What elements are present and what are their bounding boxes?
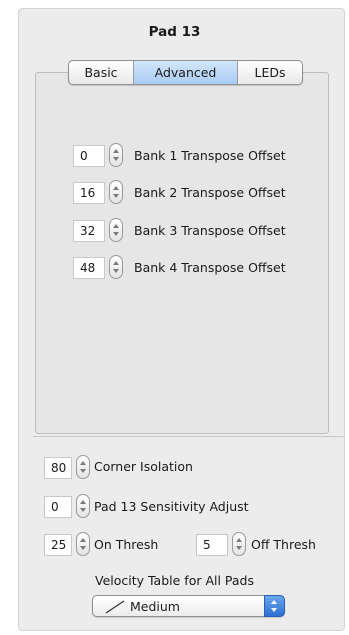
on-thresh-stepper[interactable]: [76, 532, 90, 556]
bank3-offset-stepper[interactable]: [109, 218, 123, 242]
stepper-down-icon[interactable]: [80, 469, 86, 473]
panel-title: Pad 13: [148, 24, 201, 40]
tab-bar: Basic Advanced LEDs: [68, 60, 303, 85]
bank1-offset-stepper[interactable]: [109, 143, 123, 167]
bank2-offset-label: Bank 2 Transpose Offset: [134, 185, 286, 200]
sensitivity-field[interactable]: 0: [44, 496, 72, 518]
velocity-table-popup[interactable]: Medium: [92, 595, 285, 617]
stepper-down-icon[interactable]: [113, 232, 119, 236]
stepper-down-icon[interactable]: [113, 157, 119, 161]
off-thresh-field[interactable]: 5: [196, 534, 228, 556]
stepper-up-icon[interactable]: [80, 538, 86, 542]
off-thresh-stepper[interactable]: [232, 532, 246, 556]
stepper-down-icon[interactable]: [80, 546, 86, 550]
stepper-down-icon[interactable]: [236, 546, 242, 550]
sensitivity-label: Pad 13 Sensitivity Adjust: [94, 499, 249, 514]
bank3-offset-field[interactable]: 32: [73, 220, 105, 242]
stepper-down-icon[interactable]: [80, 508, 86, 512]
tab-leds[interactable]: LEDs: [237, 61, 302, 84]
bank4-offset-field[interactable]: 48: [73, 257, 105, 279]
stepper-up-icon[interactable]: [80, 500, 86, 504]
section-divider: [33, 436, 345, 437]
stepper-up-icon[interactable]: [236, 538, 242, 542]
tab-content-box: [35, 72, 329, 434]
curve-icon: [105, 600, 125, 614]
popup-arrows-icon[interactable]: [264, 595, 285, 617]
off-thresh-label: Off Thresh: [251, 537, 316, 552]
stepper-up-icon[interactable]: [113, 261, 119, 265]
corner-isolation-label: Corner Isolation: [94, 459, 193, 474]
stepper-up-icon[interactable]: [113, 149, 119, 153]
corner-isolation-stepper[interactable]: [76, 455, 90, 479]
tab-basic[interactable]: Basic: [69, 61, 133, 84]
on-thresh-field[interactable]: 25: [44, 534, 72, 556]
velocity-table-label: Velocity Table for All Pads: [94, 573, 255, 588]
tab-advanced[interactable]: Advanced: [133, 61, 237, 84]
bank2-offset-stepper[interactable]: [109, 180, 123, 204]
on-thresh-label: On Thresh: [94, 537, 159, 552]
velocity-table-value: Medium: [130, 599, 180, 614]
bank4-offset-label: Bank 4 Transpose Offset: [134, 260, 286, 275]
corner-isolation-field[interactable]: 80: [44, 457, 72, 479]
sensitivity-stepper[interactable]: [76, 494, 90, 518]
bank1-offset-label: Bank 1 Transpose Offset: [134, 148, 286, 163]
bank1-offset-field[interactable]: 0: [73, 145, 105, 167]
stepper-up-icon[interactable]: [80, 461, 86, 465]
stepper-down-icon[interactable]: [113, 194, 119, 198]
bank3-offset-label: Bank 3 Transpose Offset: [134, 223, 286, 238]
bank2-offset-field[interactable]: 16: [73, 182, 105, 204]
stepper-up-icon[interactable]: [113, 224, 119, 228]
bank4-offset-stepper[interactable]: [109, 255, 123, 279]
stepper-up-icon[interactable]: [113, 186, 119, 190]
stepper-down-icon[interactable]: [113, 269, 119, 273]
